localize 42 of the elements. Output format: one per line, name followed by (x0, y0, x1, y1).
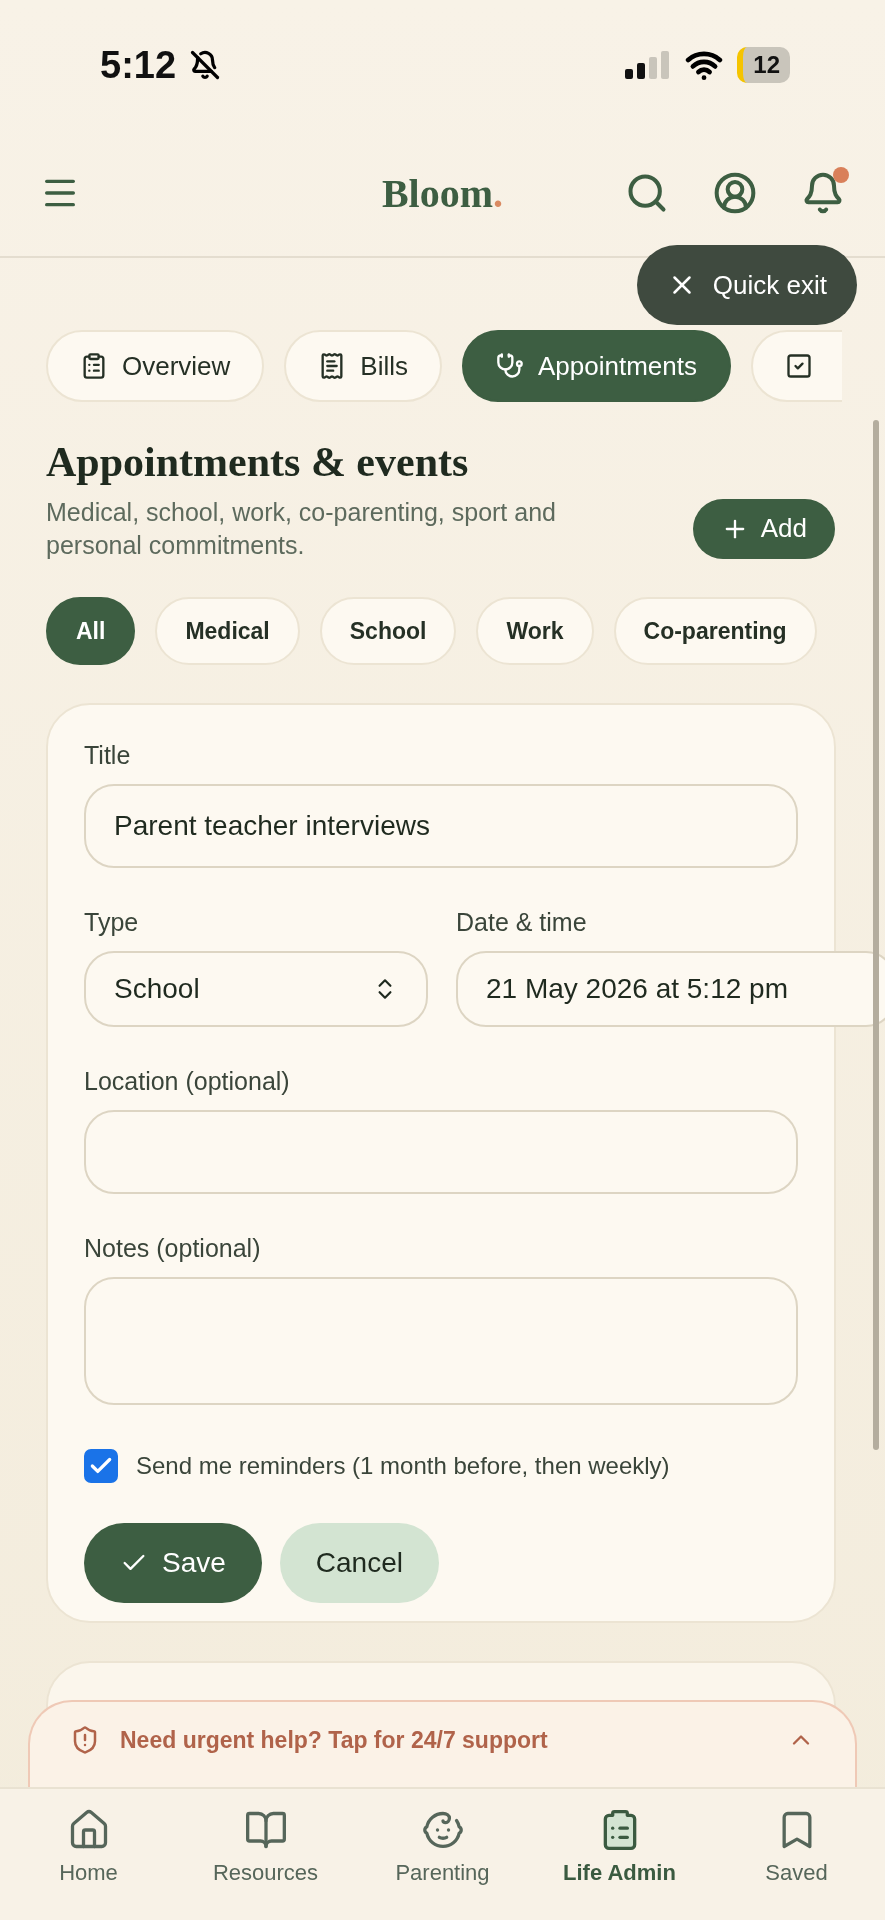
cancel-button[interactable]: Cancel (279, 1523, 439, 1603)
field-label: Type (84, 908, 140, 937)
account-button[interactable] (713, 171, 757, 215)
urgent-help-banner[interactable]: Need urgent help? Tap for 24/7 support (28, 1700, 857, 1790)
nav-tab[interactable]: Home (13, 1807, 164, 1920)
section-tab[interactable] (751, 330, 842, 402)
nav-tab[interactable]: Saved (721, 1807, 872, 1920)
title-input[interactable]: Parent teacher interviews (84, 784, 798, 868)
nav-tab[interactable]: Resources (190, 1807, 341, 1920)
filter-chip[interactable]: All (46, 597, 136, 665)
checkbox-label: Send me reminders (1 month before, then weekly) (136, 1452, 670, 1480)
field-label: Notes (optional) (84, 1234, 262, 1263)
filter-chip[interactable]: Co-parenting (613, 597, 817, 665)
location-input[interactable] (84, 1110, 798, 1194)
checkbox-icon (785, 352, 813, 380)
section-tab[interactable]: Appointments (462, 330, 731, 402)
logo: Bloom. (381, 169, 504, 217)
battery-level: 12 (737, 47, 790, 83)
page-subtitle: Medical, school, work, co-parenting, sport and personal commitments. (46, 497, 557, 561)
section-tab[interactable]: Overview (46, 330, 265, 402)
page-title: Appointments & events (46, 438, 470, 486)
notes-input[interactable] (84, 1277, 798, 1405)
field-label: Title (84, 741, 132, 770)
search-button[interactable] (625, 171, 669, 215)
filter-chip[interactable]: Work (476, 597, 594, 665)
save-button[interactable]: Save (84, 1523, 262, 1603)
date-time-input[interactable]: 21 May 2026 at 5:12 pm (456, 951, 885, 1027)
field-label: Location (optional) (84, 1067, 291, 1096)
nav-tab[interactable]: Life Admin (544, 1807, 695, 1920)
bell-off-icon (190, 50, 221, 80)
add-button[interactable]: Add (692, 498, 835, 559)
quick-exit-button[interactable]: Quick exit (636, 245, 857, 325)
field-label: Date & time (456, 908, 588, 937)
type-select[interactable]: School (84, 951, 428, 1027)
stethoscope-icon (496, 352, 525, 380)
filter-chip[interactable]: School (319, 597, 457, 665)
signal-icon (625, 51, 672, 79)
nav-tab[interactable]: Parenting (367, 1807, 518, 1920)
status-time: 5:12 (100, 43, 177, 87)
reminders-checkbox[interactable] (84, 1449, 118, 1483)
filter-chip[interactable]: Medical (155, 597, 300, 665)
section-tab[interactable]: Bills (284, 330, 443, 402)
